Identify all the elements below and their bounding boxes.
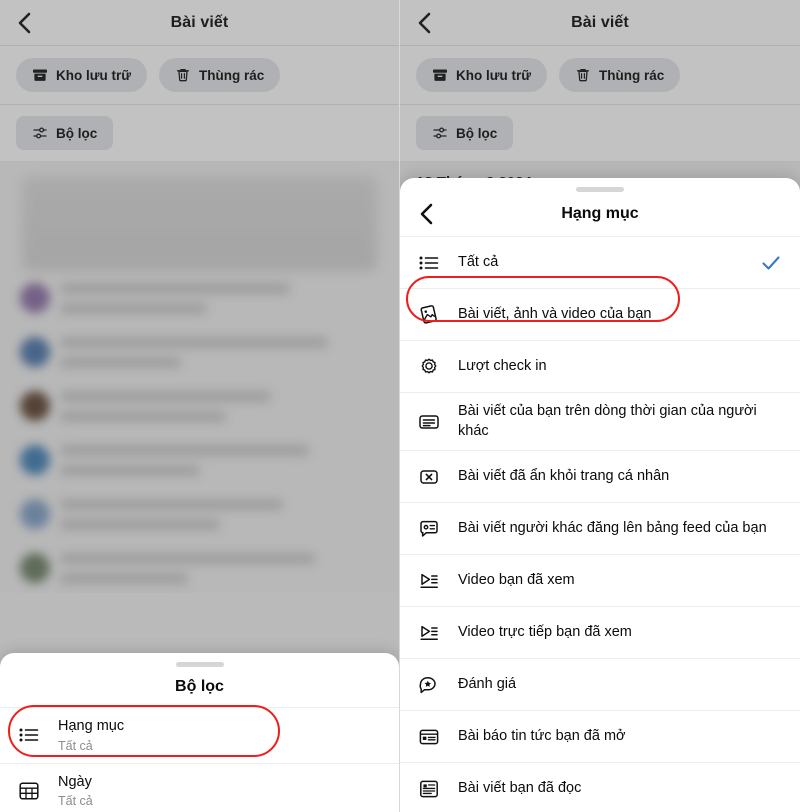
filter-chip[interactable]: Bộ lọc [416, 116, 514, 150]
category-row-bai-viet-dong-thoi-gian[interactable]: Bài viết của bạn trên dòng thời gian của… [400, 393, 800, 452]
check-icon [758, 252, 784, 274]
filter-sheet-rows: Hạng mục Tất cả Ngày Tất cả [0, 707, 399, 812]
category-row-video-truc-tiep[interactable]: Video trực tiếp bạn đã xem [400, 607, 800, 660]
star-bubble-icon [416, 672, 442, 698]
category-row-bai-bao-tin-tuc[interactable]: Bài báo tin tức bạn đã mở [400, 711, 800, 764]
category-row-danh-gia[interactable]: Đánh giá [400, 659, 800, 712]
category-row-label: Bài báo tin tức bạn đã mở [458, 727, 626, 744]
left-chip-row: Kho lưu trữ Thùng rác [0, 46, 399, 105]
category-row-label: Bài viết người khác đăng lên bảng feed c… [458, 519, 767, 536]
back-icon[interactable] [416, 203, 436, 225]
play-list-icon [416, 620, 442, 646]
page-title: Bài viết [170, 13, 229, 31]
category-row-label: Video trực tiếp bạn đã xem [458, 623, 632, 640]
back-icon[interactable] [14, 12, 34, 33]
page-title: Bài viết [571, 13, 629, 31]
filter-chip-label: Bộ lọc [56, 125, 98, 141]
left-navbar: Bài viết [0, 0, 399, 46]
trash-chip[interactable]: Thùng rác [559, 58, 681, 92]
category-row-label: Video bạn đã xem [458, 571, 575, 588]
left-feed-area [0, 162, 399, 593]
right-phone-panel: Bài viết Kho lưu trữ Thùng rác Bộ lọc Hạ… [400, 0, 800, 812]
category-row-label: Bài viết, ảnh và video của bạn [458, 305, 652, 322]
category-row-bai-viet-anh-video[interactable]: Bài viết, ảnh và video của bạn [400, 289, 800, 341]
category-row-tat-ca[interactable]: Tất cả [400, 237, 800, 289]
category-row-video-da-xem[interactable]: Video bạn đã xem [400, 555, 800, 608]
category-rows: Tất cả Bài viết, ảnh và video của bạn Lư… [400, 236, 800, 812]
screenshot-root: Bài viết Kho lưu trữ Thùng rác Bộ lọc Bộ… [0, 0, 800, 812]
archive-chip[interactable]: Kho lưu trữ [16, 58, 148, 92]
category-row-label: Bài viết đã ẩn khỏi trang cá nhân [458, 467, 670, 484]
x-box-icon [416, 464, 442, 490]
filter-row-hang-muc[interactable]: Hạng mục Tất cả [0, 708, 399, 764]
category-sheet-header: Hạng mục [400, 192, 800, 236]
archive-chip[interactable]: Kho lưu trữ [416, 58, 548, 92]
play-list-icon [416, 568, 442, 594]
right-chip-row: Kho lưu trữ Thùng rác [400, 46, 800, 105]
category-row-label: Lượt check in [458, 357, 547, 374]
category-sheet-title: Hạng mục [561, 205, 639, 222]
trash-icon [175, 67, 191, 83]
archive-chip-label: Kho lưu trữ [56, 67, 132, 83]
filter-row-value: Tất cả [58, 738, 93, 753]
note-lines-icon [416, 409, 442, 435]
category-row-label: Bài viết bạn đã đọc [458, 779, 582, 796]
filter-row-value: Tất cả [58, 794, 93, 809]
filter-row-label: Hạng mục [58, 718, 125, 734]
trash-chip[interactable]: Thùng rác [159, 58, 281, 92]
category-row-bai-viet-da-doc[interactable]: Bài viết bạn đã đọc [400, 763, 800, 812]
left-phone-panel: Bài viết Kho lưu trữ Thùng rác Bộ lọc Bộ… [0, 0, 400, 812]
category-row-bai-viet-da-an[interactable]: Bài viết đã ẩn khỏi trang cá nhân [400, 451, 800, 504]
category-row-nguoi-khac-dang[interactable]: Bài viết người khác đăng lên bảng feed c… [400, 503, 800, 556]
sliders-icon [432, 125, 448, 141]
archive-chip-label: Kho lưu trữ [456, 67, 532, 83]
news-card-icon [416, 724, 442, 750]
list-icon [416, 250, 442, 276]
photo-stack-icon [416, 302, 442, 328]
trash-chip-label: Thùng rác [199, 67, 265, 83]
category-row-label: Tất cả [458, 253, 499, 270]
right-navbar: Bài viết [400, 0, 800, 46]
filter-row-label: Ngày [58, 773, 92, 790]
back-icon[interactable] [414, 12, 434, 33]
right-filter-row: Bộ lọc [400, 105, 800, 162]
filter-sheet-header: Bộ lọc [0, 667, 399, 707]
trash-icon [575, 67, 591, 83]
left-filter-row: Bộ lọc [0, 105, 399, 162]
filter-chip[interactable]: Bộ lọc [16, 116, 114, 150]
archive-icon [32, 67, 48, 83]
filter-sheet-title: Bộ lọc [175, 678, 224, 695]
filter-bottom-sheet: Bộ lọc Hạng mục Tất cả Ngày Tất cả [0, 653, 399, 812]
list-icon [16, 722, 42, 748]
category-row-label: Bài viết của bạn trên dòng thời gian của… [458, 403, 757, 439]
category-row-label: Đánh giá [458, 675, 517, 692]
filter-row-ngay[interactable]: Ngày Tất cả [0, 763, 399, 812]
category-row-luot-check-in[interactable]: Lượt check in [400, 341, 800, 393]
calendar-grid-icon [16, 778, 42, 804]
category-bottom-sheet: Hạng mục Tất cả Bài viết, ảnh và video c… [400, 178, 800, 812]
filter-chip-label: Bộ lọc [456, 125, 498, 141]
comment-lines-icon [416, 516, 442, 542]
article-icon [416, 776, 442, 802]
archive-icon [432, 67, 448, 83]
trash-chip-label: Thùng rác [599, 67, 665, 83]
sliders-icon [32, 125, 48, 141]
gear-icon [416, 354, 442, 380]
